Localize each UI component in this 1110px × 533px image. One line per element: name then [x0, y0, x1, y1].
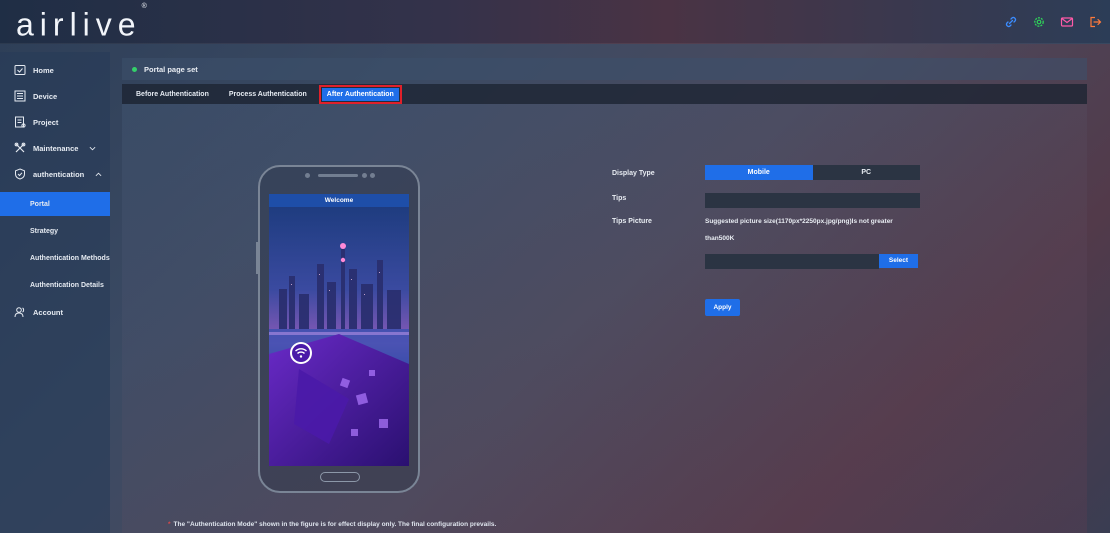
phone-camera-2 [370, 173, 375, 178]
top-bar: airlive® [0, 0, 1110, 44]
logo-text: airlive [16, 6, 142, 43]
sidebar-item-maintenance[interactable]: Maintenance [0, 136, 110, 160]
sidebar-item-label: Authentication Details [30, 281, 104, 289]
sidebar-item-label: Project [33, 117, 59, 127]
sidebar-item-label: Strategy [30, 227, 59, 235]
airlive-logo[interactable]: airlive® [16, 3, 147, 43]
footnote-text: The "Authentication Mode" shown in the f… [173, 521, 497, 528]
display-type-mobile-button[interactable]: Mobile [705, 165, 813, 180]
footnote: * The "Authentication Mode" shown in the … [168, 521, 496, 528]
sidebar-item-label: Authentication Methods [30, 254, 110, 262]
shield-check-icon [15, 168, 25, 180]
tips-picture-path-input[interactable] [705, 254, 879, 269]
status-dot [132, 66, 137, 72]
tips-label: Tips [612, 195, 627, 202]
portal-background-image [269, 194, 409, 466]
sidebar-item-device[interactable]: Device [0, 84, 110, 108]
tips-picture-label: Tips Picture [612, 218, 652, 225]
tab-bar: Before Authentication Process Authentica… [122, 84, 1087, 104]
sidebar-item-authentication-details[interactable]: Authentication Details [0, 273, 110, 297]
phone-speaker [318, 174, 358, 177]
phone-side-button [256, 242, 258, 274]
sidebar-item-label: Portal [30, 200, 50, 208]
project-icon [15, 116, 26, 128]
panel-header: Portal page set [122, 58, 1087, 80]
phone-sensor [305, 173, 310, 178]
phone-screen: Welcome [269, 194, 409, 466]
sidebar-item-label: Home [33, 65, 54, 75]
chevron-down-icon [90, 146, 96, 150]
mail-icon[interactable] [1060, 15, 1074, 29]
sidebar-item-label: authentication [33, 169, 85, 179]
tips-picture-hint-line2: than500K [705, 235, 735, 242]
sidebar-item-label: Account [33, 307, 63, 317]
link-icon[interactable] [1004, 15, 1018, 29]
top-icon-group [1004, 15, 1102, 29]
sidebar-item-strategy[interactable]: Strategy [0, 219, 110, 243]
maintenance-tools-icon [14, 142, 26, 153]
phone-welcome-bar: Welcome [269, 194, 409, 207]
phone-home-button [320, 472, 360, 482]
tab-highlight-box: After Authentication [318, 84, 402, 104]
chevron-up-icon [95, 172, 102, 176]
tab-before-authentication[interactable]: Before Authentication [132, 88, 213, 101]
sidebar-item-home[interactable]: Home [0, 58, 110, 82]
sidebar-item-account[interactable]: Account [0, 300, 110, 324]
sidebar-item-portal[interactable]: Portal [0, 192, 110, 216]
panel-title: Portal page set [144, 64, 198, 74]
sidebar-item-authentication[interactable]: authentication [0, 162, 110, 186]
settings-gear-icon[interactable] [1032, 15, 1046, 29]
tips-picture-hint-line1: Suggested picture size(1170px*2250px.jpg… [705, 218, 893, 225]
display-type-label: Display Type [612, 170, 655, 177]
logo-registered-mark: ® [141, 3, 147, 10]
phone-camera [362, 173, 367, 178]
sidebar-item-label: Maintenance [33, 143, 79, 153]
account-users-icon [14, 307, 25, 318]
device-list-icon [14, 90, 26, 102]
apply-button[interactable]: Apply [705, 299, 740, 316]
footnote-marker: * [168, 521, 171, 528]
display-type-toggle: Mobile PC [705, 165, 920, 180]
home-icon [14, 65, 26, 75]
logout-icon[interactable] [1088, 15, 1102, 29]
tips-input[interactable] [705, 193, 920, 208]
display-type-pc-button[interactable]: PC [813, 165, 921, 180]
sidebar-item-authentication-methods[interactable]: Authentication Methods [0, 246, 110, 270]
sidebar-item-project[interactable]: Project [0, 110, 110, 134]
select-picture-button[interactable]: Select [879, 254, 918, 268]
sidebar-item-label: Device [33, 91, 58, 101]
tab-process-authentication[interactable]: Process Authentication [225, 88, 311, 101]
tab-after-authentication[interactable]: After Authentication [321, 87, 399, 101]
phone-preview: Welcome [256, 165, 420, 493]
